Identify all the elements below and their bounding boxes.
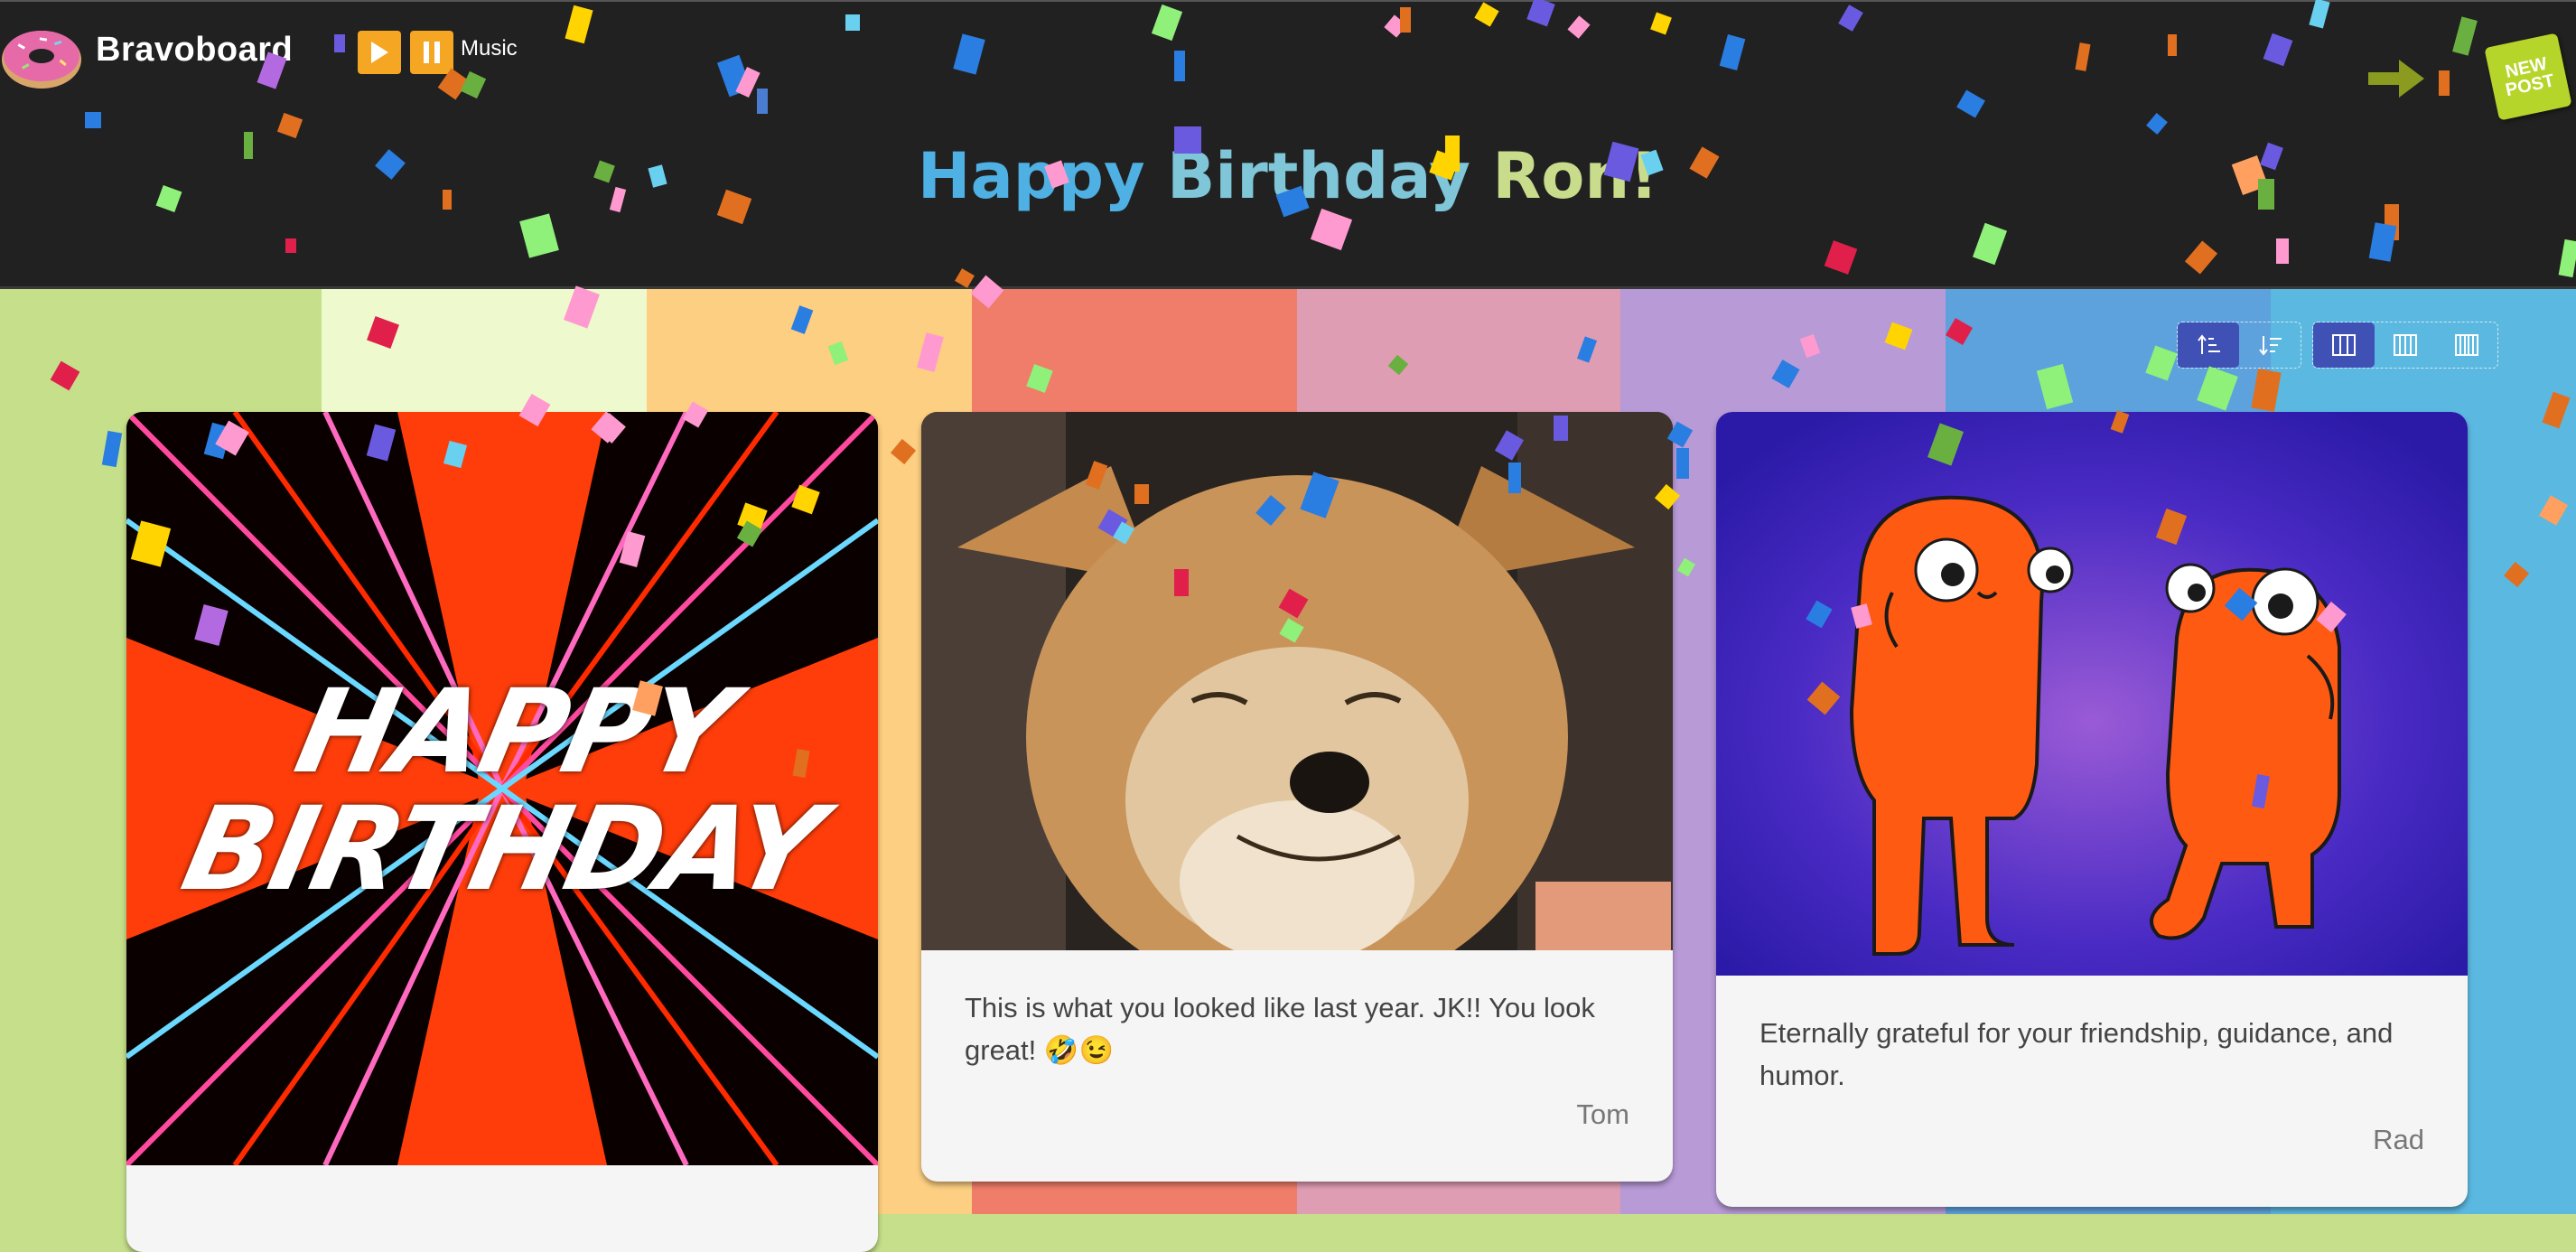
post-author: Rad (2373, 1124, 2424, 1155)
board-title-part: Happy (917, 139, 1145, 213)
columns-3-button[interactable] (2375, 322, 2436, 368)
happy-birthday-gif: HAPPY BIRTHDAY (126, 412, 878, 1165)
board-title-part: Ron! (1492, 139, 1659, 213)
post-message: Eternally grateful for your friendship, … (1759, 1017, 2394, 1091)
board-title-part: Birthday (1166, 139, 1470, 213)
post-message: This is what you looked like last year. … (965, 992, 1595, 1066)
play-icon (371, 42, 388, 63)
post-card[interactable]: HAPPY BIRTHDAY (126, 412, 878, 1252)
sort-descending-button[interactable] (2239, 322, 2301, 368)
shiba-dog-gif (921, 412, 1673, 950)
new-post-button[interactable]: NEW POST (2484, 33, 2572, 121)
post-card[interactable]: Eternally grateful for your friendship, … (1716, 412, 2468, 1207)
brand-name[interactable]: Bravoboard (96, 31, 293, 70)
sort-descending-icon (2259, 336, 2282, 356)
post-card[interactable]: This is what you looked like last year. … (921, 412, 1673, 1182)
logo[interactable] (0, 14, 83, 98)
columns-2-button[interactable] (2313, 322, 2375, 368)
post-author: Tom (1576, 1098, 1629, 1130)
columns-2-icon (2332, 334, 2356, 356)
sort-ascending-icon (2198, 334, 2220, 354)
happy-birthday-gif-text: HAPPY BIRTHDAY (172, 665, 833, 917)
pause-button[interactable] (410, 31, 453, 74)
orange-creatures-gif (1716, 412, 2468, 976)
music-label: Music (461, 36, 518, 61)
layout-controls (2312, 322, 2498, 369)
columns-4-icon (2455, 334, 2478, 356)
pause-icon (424, 42, 440, 63)
columns-3-icon (2394, 334, 2417, 356)
header: Bravoboard Music Happy Birthday Ron! NEW… (0, 0, 2576, 289)
columns-4-button[interactable] (2436, 322, 2497, 368)
board-title: Happy Birthday Ron! (0, 139, 2576, 213)
arrow-right-icon[interactable] (2366, 56, 2426, 105)
play-button[interactable] (358, 31, 401, 74)
donut-icon (0, 14, 83, 98)
sort-controls (2177, 322, 2301, 369)
sort-ascending-button[interactable] (2178, 322, 2239, 368)
